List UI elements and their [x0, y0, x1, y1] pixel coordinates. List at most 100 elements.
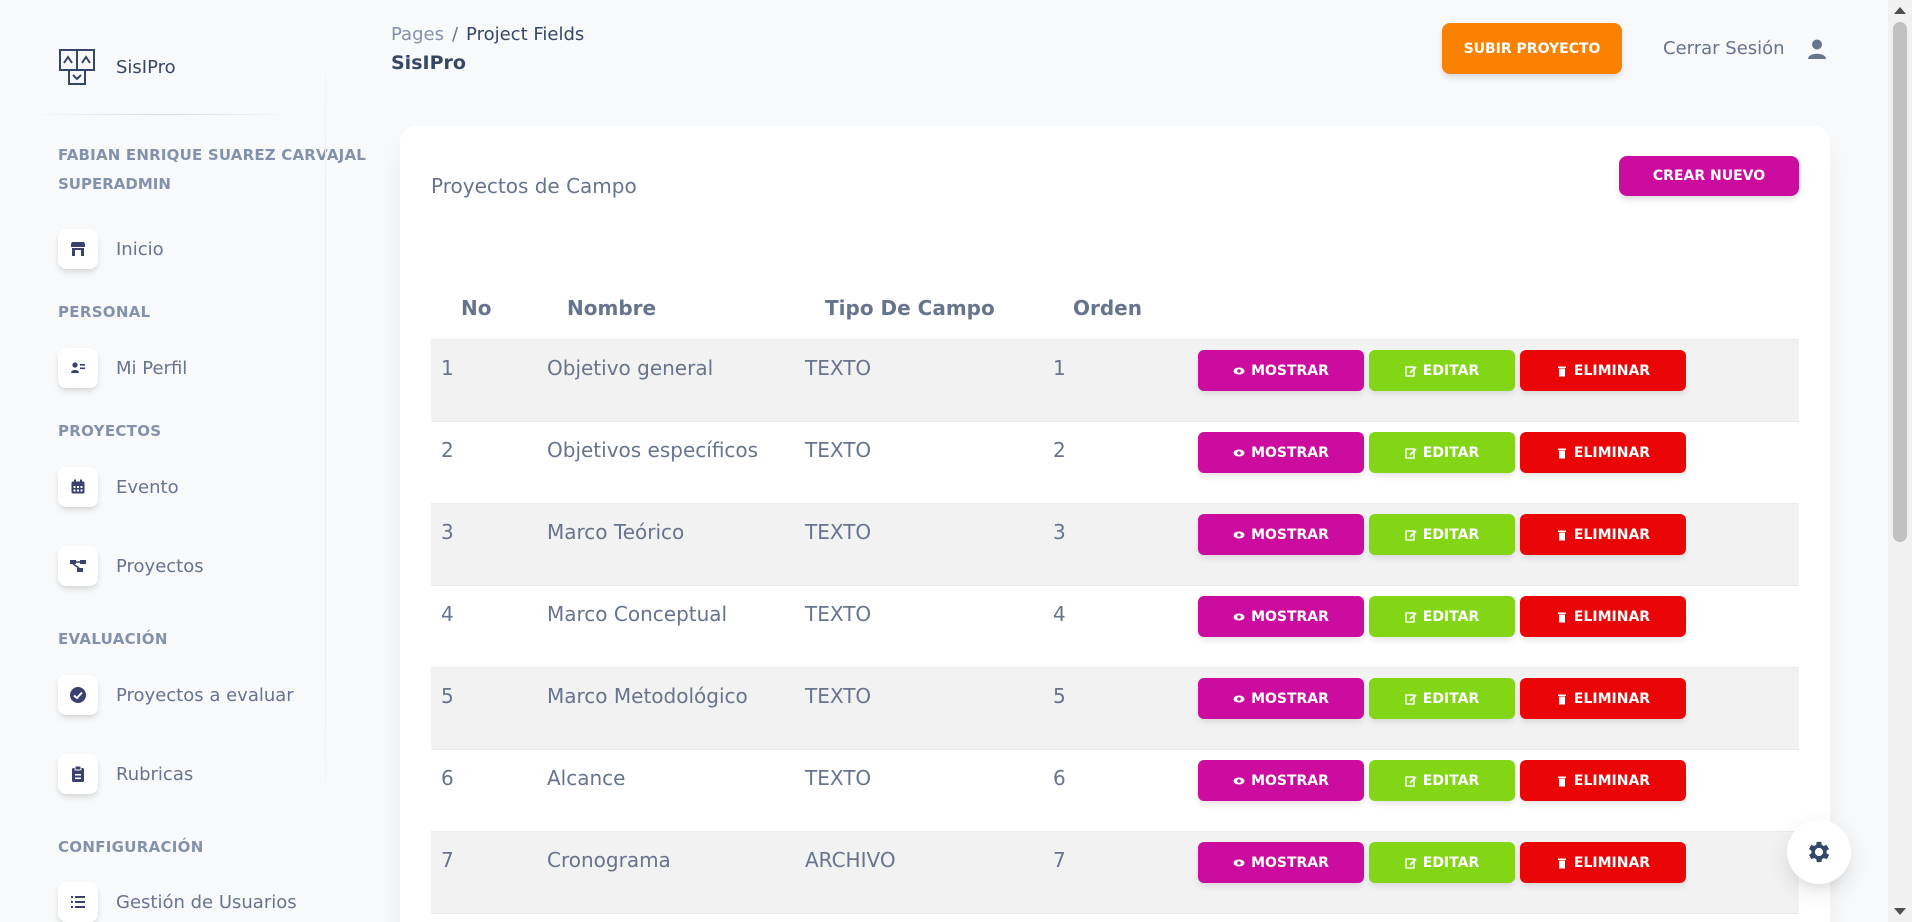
cell-orden: 5	[1053, 684, 1066, 708]
row-actions: MOSTRAR EDITAR ELIMINAR	[1198, 514, 1686, 555]
cell-nombre: Marco Metodológico	[547, 684, 748, 708]
trash-icon	[1557, 366, 1566, 376]
cell-orden: 4	[1053, 602, 1066, 626]
delete-button[interactable]: ELIMINAR	[1520, 350, 1686, 391]
column-header-nombre: Nombre	[567, 296, 657, 320]
cell-tipo: ARCHIVO	[805, 848, 896, 872]
eye-icon	[1233, 613, 1245, 620]
edit-label: EDITAR	[1422, 854, 1480, 871]
delete-label: ELIMINAR	[1573, 854, 1651, 871]
delete-button[interactable]: ELIMINAR	[1520, 760, 1686, 801]
delete-button[interactable]: ELIMINAR	[1520, 432, 1686, 473]
row-actions: MOSTRAR EDITAR ELIMINAR	[1198, 678, 1686, 719]
show-button[interactable]: MOSTRAR	[1198, 678, 1364, 719]
logout-link[interactable]: Cerrar Sesión	[1663, 38, 1785, 59]
cell-no: 2	[441, 438, 454, 462]
table-row: 4 Marco Conceptual TEXTO 4 MOSTRAR EDITAR ELIM…	[431, 586, 1799, 668]
cell-tipo: TEXTO	[805, 684, 872, 708]
user-role: SUPERADMIN	[58, 175, 171, 193]
delete-label: ELIMINAR	[1573, 526, 1651, 543]
cell-orden: 7	[1053, 848, 1066, 872]
delete-button[interactable]: ELIMINAR	[1520, 842, 1686, 883]
scroll-down-arrow[interactable]	[1894, 908, 1906, 915]
edit-icon	[1405, 529, 1417, 541]
scroll-up-arrow[interactable]	[1894, 7, 1906, 14]
sidebar-item-perfil[interactable]: Mi Perfil	[58, 348, 187, 388]
edit-label: EDITAR	[1422, 772, 1480, 789]
sidebar-item-evaluar[interactable]: Proyectos a evaluar	[58, 675, 294, 715]
show-label: MOSTRAR	[1251, 362, 1329, 379]
delete-button[interactable]: ELIMINAR	[1520, 514, 1686, 555]
eye-icon	[1233, 367, 1245, 374]
column-header-orden: Orden	[1073, 296, 1142, 320]
delete-label: ELIMINAR	[1573, 690, 1651, 707]
edit-icon	[1405, 857, 1417, 869]
table-row: 7 Cronograma ARCHIVO 7 MOSTRAR EDITAR ELIMINAR	[431, 832, 1799, 914]
sidebar-item-proyectos[interactable]: Proyectos	[58, 546, 204, 586]
sidebar-item-label: Evento	[116, 476, 179, 498]
edit-button[interactable]: EDITAR	[1369, 678, 1515, 719]
column-header-tipo: Tipo De Campo	[825, 296, 995, 320]
sidebar-item-usuarios[interactable]: Gestión de Usuarios	[58, 882, 297, 922]
edit-label: EDITAR	[1422, 362, 1480, 379]
show-button[interactable]: MOSTRAR	[1198, 432, 1364, 473]
sidebar-item-label: Mi Perfil	[116, 357, 188, 379]
breadcrumb: Pages / Project Fields	[391, 24, 584, 45]
cell-no: 7	[441, 848, 454, 872]
edit-button[interactable]: EDITAR	[1369, 760, 1515, 801]
breadcrumb-root[interactable]: Pages	[391, 24, 444, 45]
show-label: MOSTRAR	[1251, 772, 1329, 789]
sidebar-item-inicio[interactable]: Inicio	[58, 229, 164, 269]
diagram-icon	[58, 546, 98, 586]
sidebar-item-label: Proyectos	[116, 555, 204, 577]
brand[interactable]: SisIPro	[58, 48, 176, 86]
breadcrumb-current: Project Fields	[466, 24, 585, 45]
cell-tipo: TEXTO	[805, 356, 872, 380]
delete-button[interactable]: ELIMINAR	[1520, 678, 1686, 719]
eye-icon	[1233, 449, 1245, 456]
column-header-no: No	[461, 296, 492, 320]
show-label: MOSTRAR	[1251, 690, 1329, 707]
eye-icon	[1233, 859, 1245, 866]
sidebar: SisIPro FABIAN ENRIQUE SUAREZ CARVAJAL S…	[0, 0, 366, 922]
table-header: No Nombre Tipo De Campo Orden	[431, 286, 1799, 340]
edit-button[interactable]: EDITAR	[1369, 514, 1515, 555]
edit-button[interactable]: EDITAR	[1369, 842, 1515, 883]
upload-project-button[interactable]: SUBIR PROYECTO	[1442, 23, 1622, 74]
trash-icon	[1557, 448, 1566, 458]
gear-icon	[1808, 841, 1830, 863]
scrollbar-thumb[interactable]	[1893, 22, 1907, 542]
show-label: MOSTRAR	[1251, 444, 1329, 461]
edit-icon	[1405, 775, 1417, 787]
edit-button[interactable]: EDITAR	[1369, 432, 1515, 473]
sidebar-item-label: Rubricas	[116, 763, 194, 785]
cell-no: 3	[441, 520, 454, 544]
row-actions: MOSTRAR EDITAR ELIMINAR	[1198, 596, 1686, 637]
show-label: MOSTRAR	[1251, 526, 1329, 543]
logo-icon	[59, 49, 95, 85]
sidebar-item-evento[interactable]: Evento	[58, 467, 179, 507]
settings-button[interactable]	[1787, 820, 1851, 884]
show-button[interactable]: MOSTRAR	[1198, 350, 1364, 391]
edit-button[interactable]: EDITAR	[1369, 596, 1515, 637]
eye-icon	[1233, 777, 1245, 784]
show-button[interactable]: MOSTRAR	[1198, 596, 1364, 637]
cell-nombre: Marco Conceptual	[547, 602, 728, 626]
user-icon[interactable]	[1806, 38, 1828, 60]
fields-table: No Nombre Tipo De Campo Orden 1 Objetivo …	[431, 286, 1799, 914]
show-button[interactable]: MOSTRAR	[1198, 842, 1364, 883]
edit-icon	[1405, 693, 1417, 705]
delete-button[interactable]: ELIMINAR	[1520, 596, 1686, 637]
trash-icon	[1557, 776, 1566, 786]
delete-label: ELIMINAR	[1573, 772, 1651, 789]
cell-nombre: Alcance	[547, 766, 626, 790]
show-button[interactable]: MOSTRAR	[1198, 514, 1364, 555]
edit-button[interactable]: EDITAR	[1369, 350, 1515, 391]
create-new-button[interactable]: CREAR NUEVO	[1619, 156, 1799, 196]
sidebar-item-rubricas[interactable]: Rubricas	[58, 754, 193, 794]
scrollbar[interactable]	[1888, 0, 1912, 922]
show-button[interactable]: MOSTRAR	[1198, 760, 1364, 801]
edit-label: EDITAR	[1422, 608, 1480, 625]
divider	[28, 114, 298, 115]
section-title-personal: PERSONAL	[58, 303, 151, 321]
